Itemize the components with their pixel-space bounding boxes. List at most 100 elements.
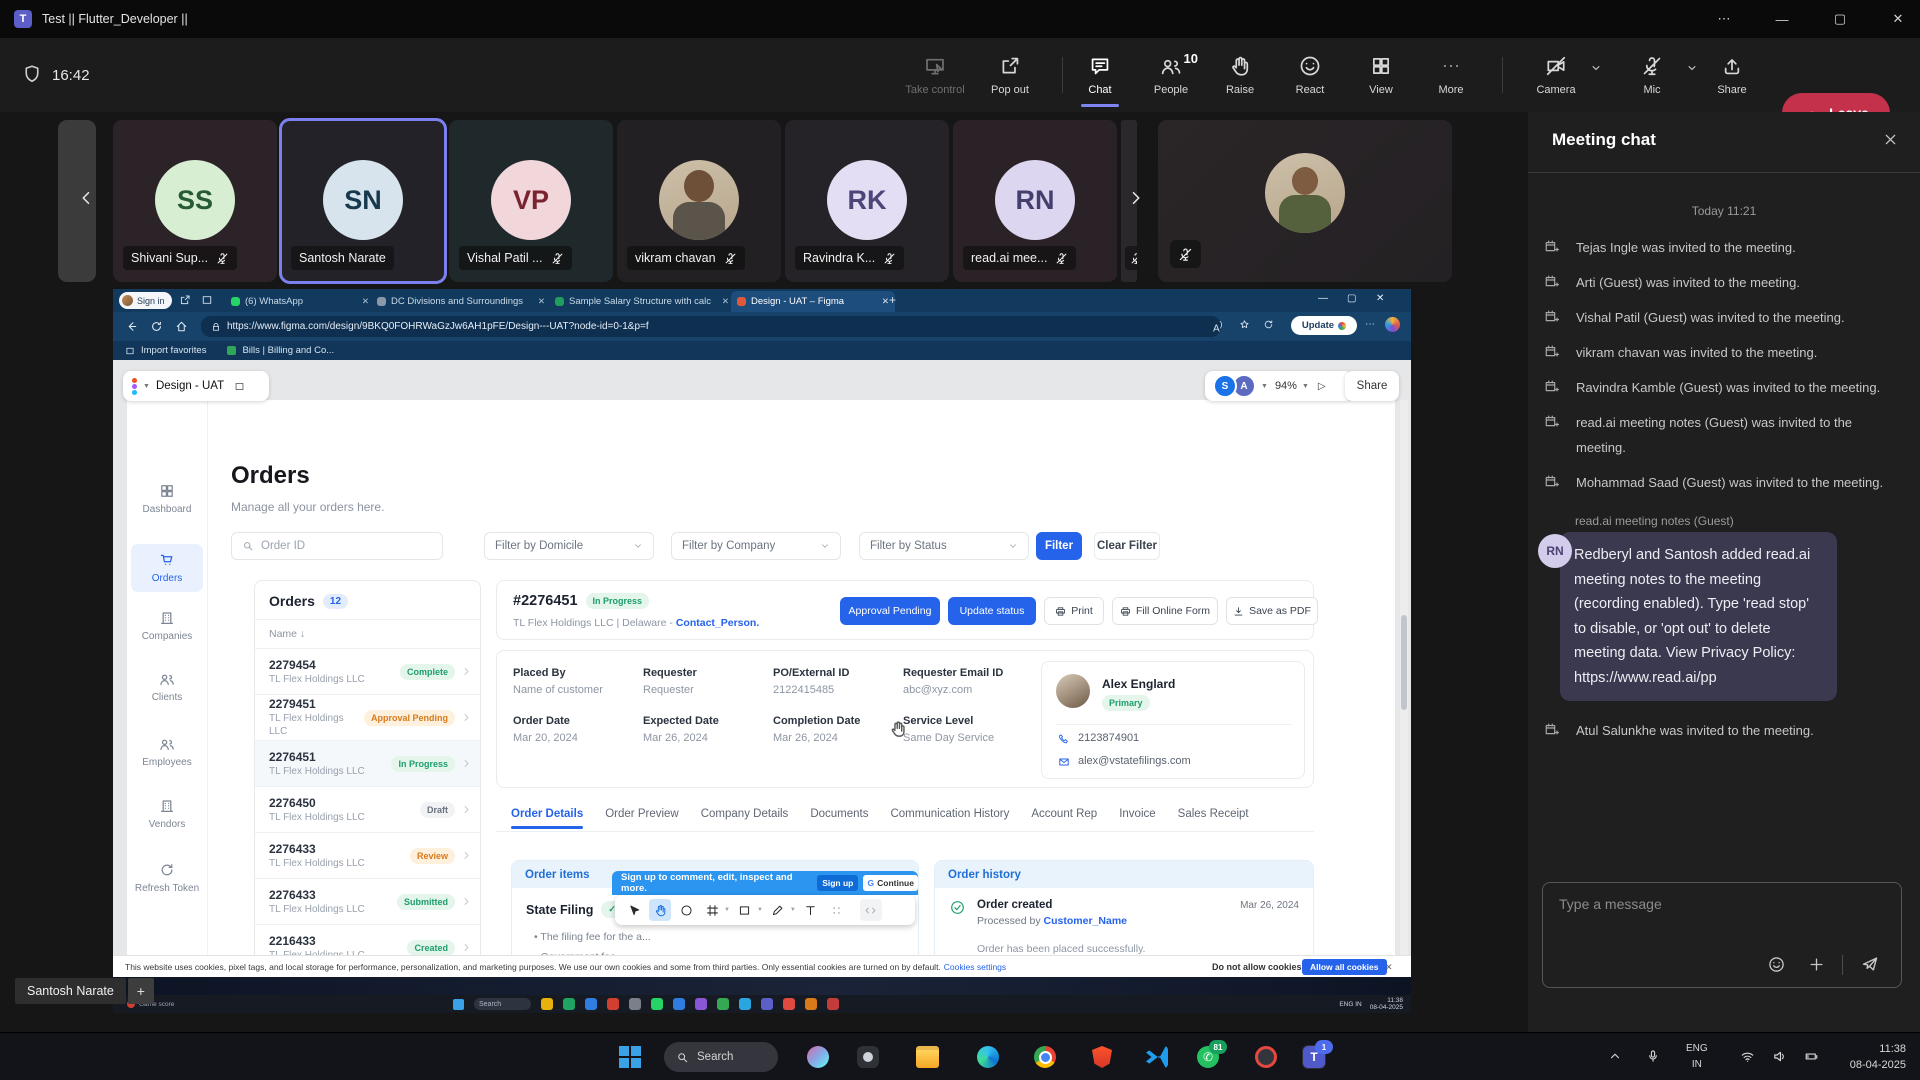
toolbar-mic-button[interactable]: Mic (1615, 38, 1689, 112)
send-icon[interactable] (1861, 955, 1879, 973)
mini-app-icon[interactable] (673, 998, 685, 1010)
shape-tool-icon[interactable] (734, 899, 756, 921)
mini-app-icon[interactable] (585, 998, 597, 1010)
tab-order-preview[interactable]: Order Preview (605, 808, 679, 820)
browser-menu-icon[interactable]: ⋯ (1365, 319, 1375, 330)
toolbar-pop-out[interactable]: Pop out (973, 38, 1047, 112)
toolbar-camera-button[interactable]: Camera (1519, 38, 1593, 112)
sign-up-button[interactable]: Sign up (817, 875, 858, 891)
list-column-header[interactable]: Name ↓ (255, 619, 480, 648)
order-row[interactable]: 2279451TL Flex Holdings LLCApproval Pend… (255, 694, 480, 740)
toolbar-share-button[interactable]: Share (1695, 38, 1769, 112)
sync-icon[interactable] (1263, 319, 1274, 330)
mini-app-icon[interactable] (805, 998, 817, 1010)
filter-dropdown[interactable]: Filter by Status (859, 532, 1029, 560)
print-button[interactable]: Print (1044, 597, 1104, 625)
window-minimize-icon[interactable]: — (1762, 0, 1802, 38)
save-as-pdf-button[interactable]: Save as PDF (1226, 597, 1318, 625)
chrome-icon[interactable] (1033, 1045, 1057, 1069)
window-more-icon[interactable]: ⋯ (1704, 0, 1744, 38)
close-icon[interactable] (1883, 132, 1898, 147)
frame-tool-icon[interactable] (701, 899, 723, 921)
tab-company-details[interactable]: Company Details (701, 808, 789, 820)
scrollbar[interactable] (1400, 400, 1408, 955)
window-maximize-icon[interactable]: ▢ (1820, 0, 1860, 38)
tray-clock[interactable]: 11:3808-04-2025 (1850, 1041, 1906, 1073)
chevron-down-icon[interactable]: ▼ (143, 383, 150, 390)
chevron-down-icon[interactable]: ▼ (757, 907, 763, 913)
mini-app-icon[interactable] (739, 998, 751, 1010)
home-icon[interactable] (175, 320, 188, 333)
chevron-right-icon[interactable] (461, 758, 472, 769)
google-continue-button[interactable]: G Continue (863, 875, 918, 891)
approval-pending-button[interactable]: Approval Pending (840, 597, 940, 625)
taskbar-search[interactable]: Search (664, 1042, 778, 1072)
tab-close-icon[interactable]: ✕ (362, 296, 369, 307)
browser-account-avatar[interactable] (1385, 317, 1400, 332)
scrollbar-thumb[interactable] (1401, 615, 1407, 710)
mini-app-icon[interactable] (651, 998, 663, 1010)
browser-minimize-icon[interactable]: — (1318, 293, 1328, 304)
reload-icon[interactable] (150, 320, 163, 333)
update-status-button[interactable]: Update status (948, 597, 1036, 625)
figma-share-button[interactable]: Share (1345, 371, 1399, 401)
chevron-right-icon[interactable] (461, 942, 472, 953)
reading-list-icon[interactable] (234, 381, 245, 392)
browser-maximize-icon[interactable]: ▢ (1347, 293, 1356, 304)
mini-app-icon[interactable] (761, 998, 773, 1010)
toolbar-raise[interactable]: Raise (1203, 38, 1277, 112)
resources-tool-icon[interactable] (826, 899, 848, 921)
mini-app-icon[interactable] (783, 998, 795, 1010)
order-id-search-input[interactable]: Order ID (231, 532, 443, 560)
participant-tile[interactable]: RKRavindra K... (785, 120, 949, 282)
chevron-down-icon[interactable]: ▼ (790, 907, 796, 913)
filter-button[interactable]: Filter (1036, 532, 1082, 560)
wifi-icon[interactable] (1740, 1049, 1755, 1064)
contact-person-link[interactable]: Contact_Person. (676, 617, 759, 629)
tab-account-rep[interactable]: Account Rep (1031, 808, 1097, 820)
participant-tile[interactable]: vikram chavan (617, 120, 781, 282)
mini-app-icon[interactable] (695, 998, 707, 1010)
participant-tile[interactable]: VPVishal Patil ... (449, 120, 613, 282)
contact-email[interactable]: alex@vstatefilings.com (1078, 755, 1191, 767)
browser-close-icon[interactable]: ✕ (1376, 293, 1384, 304)
sidebar-item-dashboard[interactable]: Dashboard (131, 483, 203, 515)
toolbar-view[interactable]: View (1344, 38, 1418, 112)
back-icon[interactable] (125, 320, 138, 333)
chevron-right-icon[interactable] (461, 666, 472, 677)
browser-tab[interactable]: Sample Salary Structure with calc✕ (549, 291, 735, 312)
sidebar-item-clients[interactable]: Clients (131, 671, 203, 703)
dev-mode-icon[interactable] (860, 899, 882, 921)
accept-cookies-button[interactable]: Allow all cookies (1302, 959, 1387, 975)
mini-app-icon[interactable] (827, 998, 839, 1010)
address-bar[interactable]: https://www.figma.com/design/9BKQ0FOHRWa… (201, 316, 1221, 337)
mini-app-icon[interactable] (717, 998, 729, 1010)
volume-icon[interactable] (1772, 1049, 1787, 1064)
browser-tab[interactable]: DC Divisions and Surroundings✕ (371, 291, 551, 312)
workspaces-icon[interactable] (179, 294, 191, 306)
pin-add-icon[interactable]: + (128, 978, 154, 1004)
zoom-level[interactable]: 94% (1275, 380, 1297, 392)
filter-dropdown[interactable]: Filter by Company (671, 532, 841, 560)
read-aloud-icon[interactable]: A) (1213, 319, 1222, 334)
tab-close-icon[interactable]: ✕ (538, 296, 545, 307)
order-row[interactable]: 2276433TL Flex Holdings LLCReview (255, 832, 480, 878)
bookmark-import[interactable]: Import favorites (141, 345, 206, 356)
edge-icon[interactable] (976, 1045, 1000, 1069)
tab-close-icon[interactable]: ✕ (722, 296, 729, 307)
tab-documents[interactable]: Documents (810, 808, 868, 820)
battery-icon[interactable] (1804, 1049, 1819, 1064)
order-row[interactable]: 2276433TL Flex Holdings LLCSubmitted (255, 878, 480, 924)
sidebar-item-orders[interactable]: Orders (131, 544, 203, 592)
brave-icon[interactable] (1090, 1045, 1114, 1069)
tray-chevron-up-icon[interactable] (1608, 1049, 1622, 1063)
chevron-down-icon[interactable]: ▼ (1302, 383, 1309, 390)
mini-app-icon[interactable] (629, 998, 641, 1010)
bookmark-bills[interactable]: Bills | Billing and Co... (242, 345, 334, 356)
attach-plus-icon[interactable] (1808, 956, 1825, 973)
decline-cookies-button[interactable]: Do not allow cookies (1212, 962, 1302, 972)
participant-tile[interactable]: SSShivani Sup... (113, 120, 277, 282)
chevron-left-icon[interactable] (76, 188, 96, 208)
browser-update-button[interactable]: Update (1291, 316, 1357, 335)
spotlight-tile[interactable] (1158, 120, 1452, 282)
